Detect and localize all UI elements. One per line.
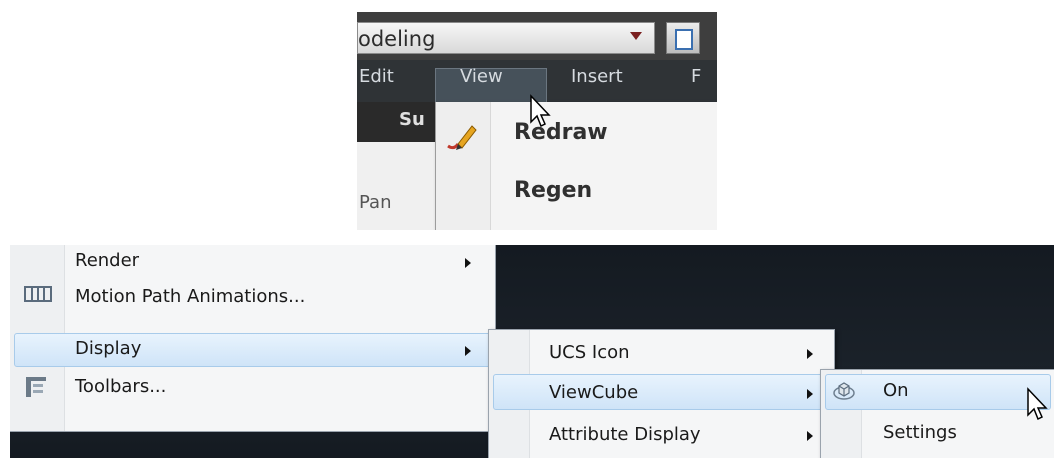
submenu-arrow-icon (807, 349, 813, 359)
menu-item-viewcube-on[interactable]: On (821, 374, 1054, 410)
new-file-button[interactable] (666, 22, 700, 54)
menu-item-redraw[interactable]: Redraw (436, 112, 717, 158)
document-icon (675, 29, 693, 50)
workspace-dropdown[interactable]: odeling (357, 22, 655, 54)
menu-item-label: On (883, 380, 909, 401)
menu-edit[interactable]: Edit (359, 66, 394, 87)
viewcube-submenu: On Settings (820, 369, 1054, 458)
bottom-screenshot-crop: Render Motion Path Animations... Display (10, 245, 1054, 458)
submenu-arrow-icon (465, 258, 471, 268)
menu-format-partial[interactable]: F (691, 66, 701, 87)
menu-item-label: Attribute Display (549, 424, 701, 445)
menu-item-label: Toolbars... (75, 376, 167, 397)
chevron-down-icon[interactable] (630, 32, 642, 40)
menu-view[interactable]: View (460, 66, 503, 87)
display-submenu: UCS Icon ViewCube Attribute Display (488, 329, 835, 458)
ribbon-panel: Pan (357, 142, 437, 230)
quick-access-toolbar: odeling (357, 12, 717, 60)
menu-item-label: Display (75, 338, 142, 359)
workspace-value: odeling (358, 27, 436, 51)
ribbon-tab-partial[interactable]: Su (399, 109, 425, 130)
menu-item-label: Regen (514, 178, 593, 203)
menu-item-label: ViewCube (549, 382, 639, 403)
menu-item-motion-path[interactable]: Motion Path Animations... (10, 281, 495, 317)
menu-insert[interactable]: Insert (571, 66, 623, 87)
viewcube-icon (833, 382, 855, 400)
submenu-arrow-icon (807, 431, 813, 441)
menu-item-label: Motion Path Animations... (75, 286, 306, 307)
submenu-arrow-icon (807, 389, 813, 399)
submenu-arrow-icon (465, 346, 471, 356)
menu-item-label: UCS Icon (549, 342, 630, 363)
menu-item-viewcube[interactable]: ViewCube (489, 374, 834, 414)
menu-item-label: Render (75, 250, 140, 271)
menu-item-label: Settings (883, 422, 957, 443)
menu-item-toolbars[interactable]: Toolbars... (10, 371, 495, 407)
ribbon-tab-strip: Su (357, 102, 437, 142)
menu-item-render[interactable]: Render (10, 245, 495, 281)
pan-button-label[interactable]: Pan (359, 192, 391, 213)
motion-path-icon (24, 286, 52, 302)
view-menu-continued: Render Motion Path Animations... Display (10, 245, 496, 432)
menu-item-ucs-icon[interactable]: UCS Icon (489, 334, 834, 374)
menu-item-display[interactable]: Display (10, 333, 495, 369)
menu-item-attribute-display[interactable]: Attribute Display (489, 416, 834, 456)
pencil-icon (447, 125, 477, 150)
mouse-pointer-icon (530, 94, 551, 128)
toolbars-icon (26, 377, 46, 397)
menu-item-regen[interactable]: Regen (436, 170, 717, 216)
menu-item-viewcube-settings[interactable]: Settings (821, 416, 1054, 452)
top-screenshot-crop: odeling Edit View Insert F Su Pan Redraw… (357, 12, 717, 230)
view-menu-dropdown: Redraw Regen (435, 102, 717, 230)
mouse-pointer-icon (1027, 387, 1048, 421)
